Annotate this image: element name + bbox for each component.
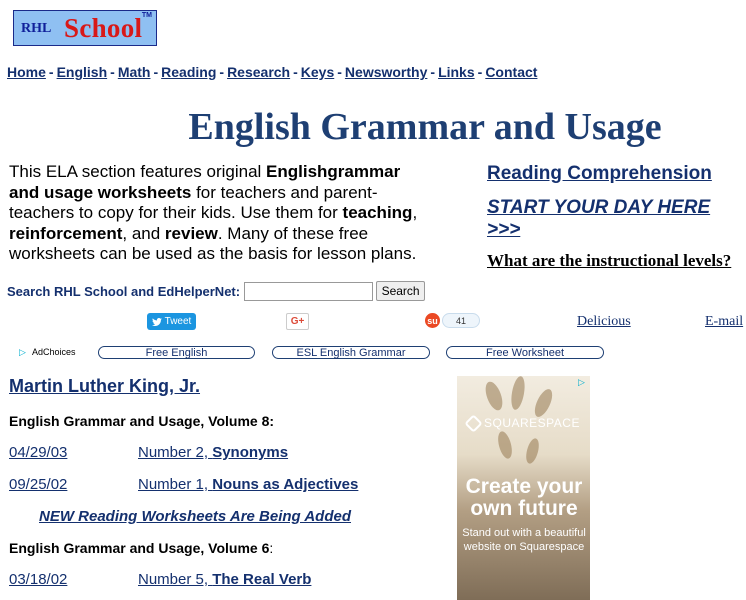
email-link[interactable]: E-mail — [705, 314, 743, 330]
worksheet-date[interactable]: 03/18/02 — [9, 571, 67, 588]
nav-reading[interactable]: Reading — [161, 64, 216, 80]
logo-trademark: TM — [141, 12, 152, 19]
ad-link-free-worksheet[interactable]: Free Worksheet — [446, 346, 604, 359]
intro-text: , and — [122, 223, 165, 243]
google-plus-button[interactable]: G+ — [286, 313, 309, 330]
nav-math[interactable]: Math — [118, 64, 151, 80]
worksheet-date[interactable]: 04/29/03 — [9, 444, 67, 461]
worksheet-number: Number 5, — [138, 571, 213, 588]
adchoices-icon: ▷ — [19, 347, 26, 357]
nav-separator: - — [153, 64, 159, 80]
nav-separator: - — [293, 64, 298, 80]
rhl-school-logo[interactable]: RHL School TM — [13, 10, 157, 46]
stumbleupon-icon: su — [425, 313, 440, 328]
delicious-link[interactable]: Delicious — [577, 314, 631, 330]
worksheet-title[interactable]: Number 5, The Real Verb — [138, 571, 311, 588]
nav-separator: - — [337, 64, 342, 80]
search-row: Search RHL School and EdHelperNet: Searc… — [7, 281, 426, 301]
nav-home[interactable]: Home — [7, 64, 46, 80]
intro-bold-review: review — [164, 223, 218, 243]
ad-brand-name: SQUARESPACE — [484, 416, 580, 430]
intro-paragraph: This ELA section features original Engli… — [9, 162, 429, 265]
tweet-label: Tweet — [164, 316, 192, 327]
logo-prefix: RHL — [21, 21, 52, 36]
nav-english[interactable]: English — [57, 64, 108, 80]
nav-keys[interactable]: Keys — [301, 64, 334, 80]
nav-links[interactable]: Links — [438, 64, 475, 80]
nav-separator: - — [110, 64, 115, 80]
worksheet-title[interactable]: Number 2, Synonyms — [138, 444, 288, 461]
intro-bold-reinforcement: reinforcement — [9, 223, 123, 243]
logo-name: School — [64, 13, 143, 43]
stumbleupon-button[interactable]: su 41 — [425, 313, 480, 328]
search-input[interactable] — [244, 281, 374, 301]
nav-research[interactable]: Research — [227, 64, 290, 80]
wheat-decoration — [523, 437, 542, 465]
nav-separator: - — [430, 64, 436, 80]
stumbleupon-count: 41 — [442, 313, 480, 328]
wheat-decoration — [482, 379, 506, 413]
ad-subtext: Stand out with a beautiful website on Sq… — [462, 527, 586, 553]
squarespace-logo-icon — [464, 413, 483, 433]
nav-separator: - — [219, 64, 225, 80]
nav-separator: - — [477, 64, 483, 80]
wheat-decoration — [495, 429, 515, 461]
worksheet-name: Nouns as Adjectives — [212, 476, 359, 493]
twitter-bird-icon — [151, 317, 162, 326]
volume-6-colon: : — [269, 540, 274, 556]
wheat-decoration — [531, 386, 556, 420]
search-button[interactable]: Search — [376, 281, 426, 301]
page-title: English Grammar and Usage — [188, 106, 662, 148]
squarespace-ad[interactable]: ▷ SQUARESPACE Create your own future Sta… — [457, 376, 590, 600]
main-nav: Home - English - Math - Reading - Research - Keys -… — [7, 64, 537, 80]
nav-contact[interactable]: Contact — [485, 64, 537, 80]
ad-brand: SQUARESPACE — [464, 413, 580, 433]
start-your-day-link[interactable]: START YOUR DAY HERE >>> — [487, 197, 746, 241]
reading-comprehension-link[interactable]: Reading Comprehension — [487, 163, 746, 185]
ad-headline: Create your own future — [465, 475, 583, 520]
instructional-levels-link[interactable]: What are the instructional levels? — [487, 251, 746, 271]
ad-link-free-english[interactable]: Free English — [98, 346, 255, 359]
volume-6-heading: English Grammar and Usage, Volume 6: — [9, 540, 273, 556]
worksheet-number: Number 1, — [138, 476, 213, 493]
worksheet-number: Number 2, — [138, 444, 213, 461]
wheat-decoration — [509, 376, 527, 411]
ad-info-icon[interactable]: ▷ — [578, 377, 588, 387]
worksheet-name: The Real Verb — [212, 571, 312, 588]
side-links: Reading Comprehension START YOUR DAY HER… — [487, 163, 746, 271]
adchoices-label: AdChoices — [32, 347, 76, 357]
new-worksheets-link[interactable]: NEW Reading Worksheets Are Being Added — [39, 508, 351, 525]
adchoices[interactable]: ▷ AdChoices — [19, 347, 76, 357]
ad-link-esl-grammar[interactable]: ESL English Grammar — [272, 346, 430, 359]
volume-8-heading: English Grammar and Usage, Volume 8: — [9, 413, 275, 429]
worksheet-name: Synonyms — [212, 444, 289, 461]
tweet-button[interactable]: Tweet — [147, 313, 196, 330]
volume-6-title: English Grammar and Usage, Volume 6 — [9, 540, 270, 556]
intro-text: This ELA section features original — [9, 162, 267, 181]
intro-text: , — [412, 203, 418, 222]
nav-newsworthy[interactable]: Newsworthy — [345, 64, 427, 80]
share-row: Tweet G+ su 41 Delicious E-mail — [0, 312, 746, 332]
worksheet-date[interactable]: 09/25/02 — [9, 476, 67, 493]
intro-bold-teaching: teaching — [342, 203, 413, 222]
nav-separator: - — [48, 64, 54, 80]
worksheet-title[interactable]: Number 1, Nouns as Adjectives — [138, 476, 358, 493]
mlk-link[interactable]: Martin Luther King, Jr. — [9, 376, 200, 397]
search-label: Search RHL School and EdHelperNet: — [7, 283, 241, 299]
